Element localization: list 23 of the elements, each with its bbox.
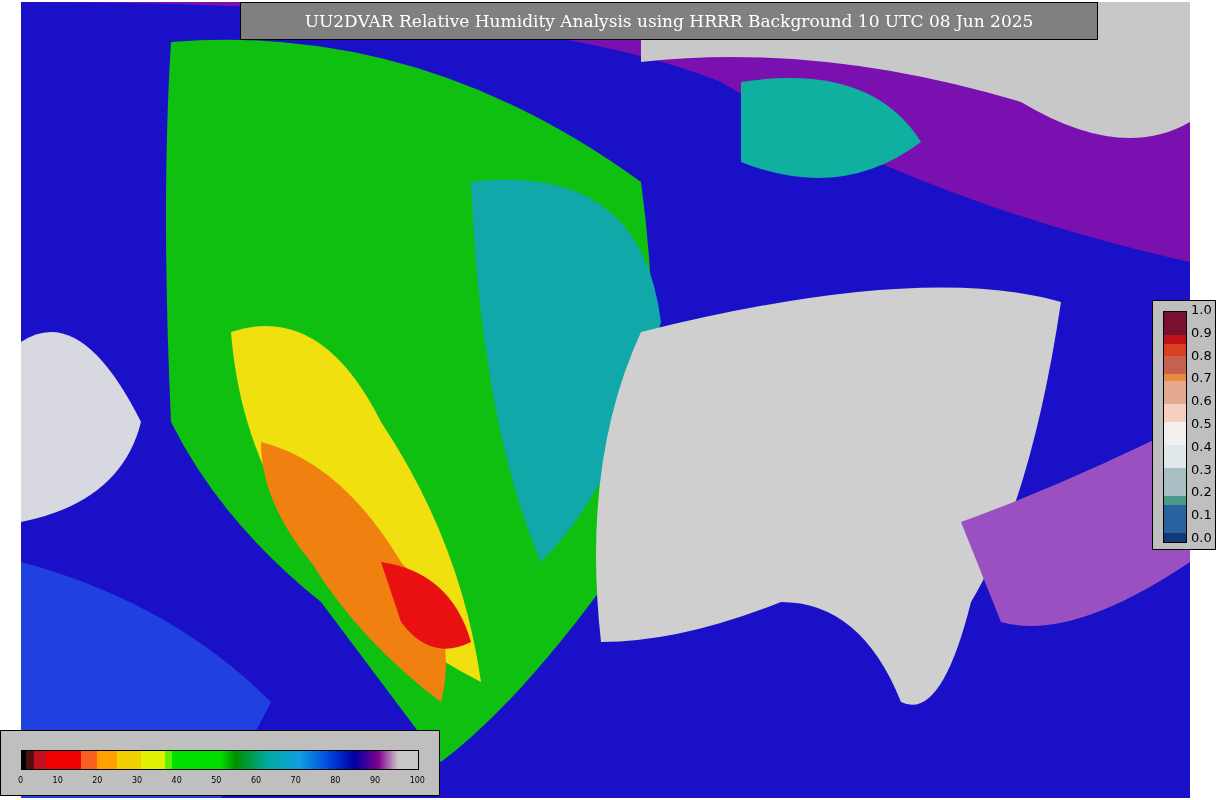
tick-label: 90: [369, 776, 381, 785]
tick-label: 0.0: [1191, 529, 1212, 545]
tick-label: 50: [211, 776, 222, 785]
tick-label: 60: [250, 776, 262, 785]
tick-label: 40: [171, 776, 182, 785]
tick-label: 0.8: [1191, 347, 1212, 363]
tick-label: 0.4: [1191, 438, 1212, 454]
tick-label: 1.0: [1191, 302, 1212, 317]
tick-label: 30: [131, 776, 143, 785]
map-title: UU2DVAR Relative Humidity Analysis using HRRR Background 10 UTC 08 Jun 2025: [240, 2, 1098, 40]
tick-label: 80: [330, 776, 341, 785]
tick-label: 100: [409, 776, 425, 785]
tick-label: 0.3: [1191, 461, 1212, 477]
tick-label: 0.1: [1191, 507, 1212, 523]
tick-label: 70: [290, 776, 301, 785]
tick-label: 0: [18, 776, 24, 785]
tick-label: 0.5: [1191, 416, 1212, 431]
tick-label: 0.6: [1191, 393, 1212, 409]
tick-label: 0.9: [1191, 324, 1212, 340]
tick-label: 20: [92, 776, 103, 785]
tick-label: 0.7: [1191, 370, 1212, 386]
tick-label: 0.2: [1191, 484, 1212, 500]
tick-label: 10: [52, 776, 63, 785]
